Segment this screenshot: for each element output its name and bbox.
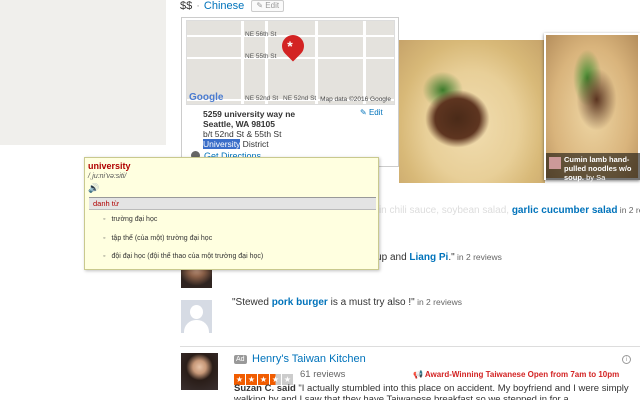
dict-meaning: tập thể (của một) trường đại học [103,235,212,242]
left-side-panel [0,0,166,145]
reviewer-avatar [181,300,212,333]
review-text: "Stewed [232,297,272,308]
avatar-head [190,305,203,319]
road [315,21,318,104]
avatar-body [184,320,209,333]
review-keyword-link[interactable]: pork burger [272,297,328,308]
ad-snippet: Suzan C. said "I actually stumbled into … [234,383,634,400]
dict-meaning: đội đại học (đội thể thao của một trường… [103,253,263,260]
address-line-2: Seattle, WA 98105 [203,119,275,129]
user-avatar [549,157,561,169]
google-logo: Google [189,92,224,103]
street-label: NE 55th St [245,53,277,60]
dict-part-of-speech: danh từ [89,197,376,210]
promo-text: Award-Winning Taiwanese Open from 7am to… [424,370,620,379]
separator: · [196,0,200,12]
street-label: NE 56th St [245,31,277,38]
address-block: 5259 university way ne Seattle, WA 98105… [203,109,353,149]
edit-label: Edit [368,108,383,117]
ad-badge: Ad [234,355,247,364]
review-count: in 2 reviews [414,297,462,307]
cross-streets: b/t 52nd St & 55th St [203,129,282,139]
dict-word: university [88,161,131,171]
info-icon[interactable]: i [622,355,631,364]
dict-meaning: trường đại học [103,216,157,223]
ad-business-name[interactable]: Henry's Taiwan Kitchen [252,353,366,365]
district-rest: District [240,139,269,149]
street-label: NE 52nd St [245,95,279,102]
dict-phonetic: /ˌju:ni'və:siti/ [88,173,127,180]
street-label: NE 52nd St [283,95,317,102]
ad-review-count[interactable]: 61 reviews [300,369,345,380]
business-photo[interactable] [399,40,545,183]
road [363,21,366,104]
address-line-1: 5259 university way ne [203,109,296,119]
pencil-icon: ✎ [256,1,264,10]
ad-promo[interactable]: 📢 Award-Winning Taiwanese Open from 7am … [413,370,619,379]
pencil-icon: ✎ [360,108,367,117]
caption-author: by Sa [586,173,606,182]
speaker-icon[interactable]: 🔊 [88,183,99,194]
road [241,21,244,104]
edit-label: Edit [265,1,280,10]
dictionary-popup: university /ˌju:ni'və:siti/ 🔊 danh từ tr… [84,157,379,270]
snippet-author: Suzan C. said [234,383,296,394]
review-text: is a must try also !" [327,297,415,308]
selected-word[interactable]: University [203,139,241,149]
price-range: $$ [180,0,193,12]
business-avatar[interactable] [181,353,218,390]
photo-caption: Cumin lamb hand-pulled noodles w/o soup.… [546,153,640,182]
edit-category-button[interactable]: ✎ Edit [251,0,285,12]
business-meta: $$ · Chinese ✎ Edit [180,0,285,12]
review-keyword-link[interactable]: Liang Pi [409,252,448,263]
review-count: in 2 reviews [454,252,502,262]
review-count: in 2 reviews [619,205,640,215]
edit-address-link[interactable]: ✎ Edit [360,108,383,117]
map[interactable]: NE 56th St NE 55th St NE 52nd St NE 52nd… [186,20,395,105]
category-link[interactable]: Chinese [204,0,244,12]
map-attribution: Map data ©2016 Google [320,96,391,103]
review-keyword-link[interactable]: garlic cucumber salad [512,205,618,216]
review-highlight: "Stewed pork burger is a must try also !… [232,297,462,308]
megaphone-icon: 📢 [413,370,423,379]
divider [180,346,640,347]
